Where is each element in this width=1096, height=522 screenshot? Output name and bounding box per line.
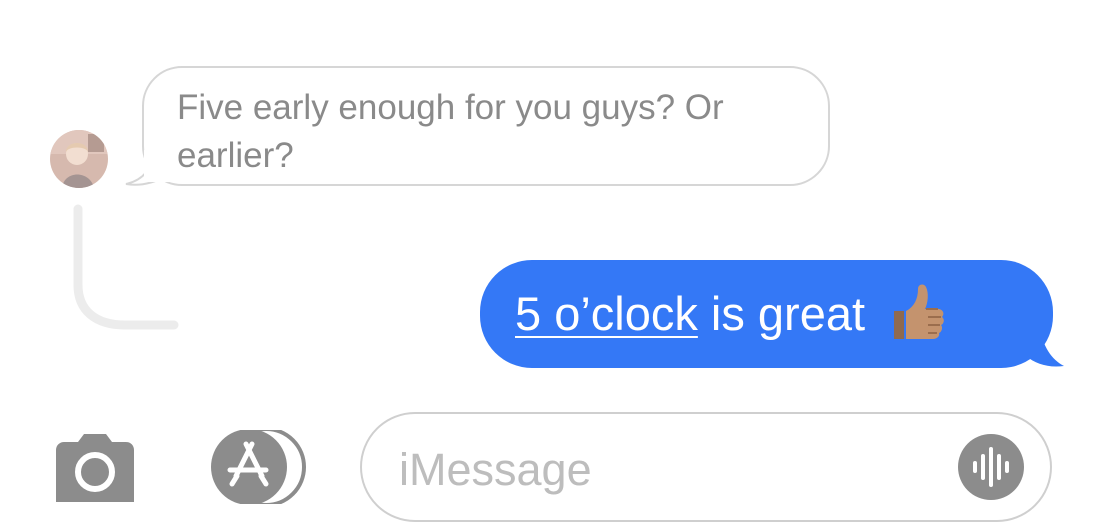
incoming-message-line2: earlier? bbox=[177, 136, 294, 175]
time-link[interactable]: 5 o’clock bbox=[515, 287, 698, 340]
tail-seam bbox=[144, 150, 170, 182]
app-store-icon bbox=[211, 427, 306, 507]
message-input[interactable]: iMessage bbox=[360, 412, 1052, 522]
sender-avatar[interactable] bbox=[50, 130, 108, 188]
camera-icon bbox=[56, 434, 134, 502]
audio-message-button[interactable] bbox=[958, 434, 1024, 500]
outgoing-message-bubble[interactable]: 5 o’clock is great bbox=[480, 260, 1053, 368]
incoming-message-bubble[interactable]: Five early enough for you guys? Or earli… bbox=[142, 66, 830, 186]
camera-button[interactable] bbox=[50, 432, 140, 502]
outgoing-message-text: is great bbox=[697, 287, 866, 340]
reply-thread-line bbox=[73, 204, 179, 330]
message-input-placeholder: iMessage bbox=[399, 444, 592, 495]
incoming-message-line1: Five early enough for you guys? Or bbox=[177, 88, 724, 127]
app-store-button[interactable] bbox=[204, 427, 314, 507]
thumbs-up-icon bbox=[894, 284, 944, 339]
audio-waveform-icon bbox=[958, 434, 1024, 500]
